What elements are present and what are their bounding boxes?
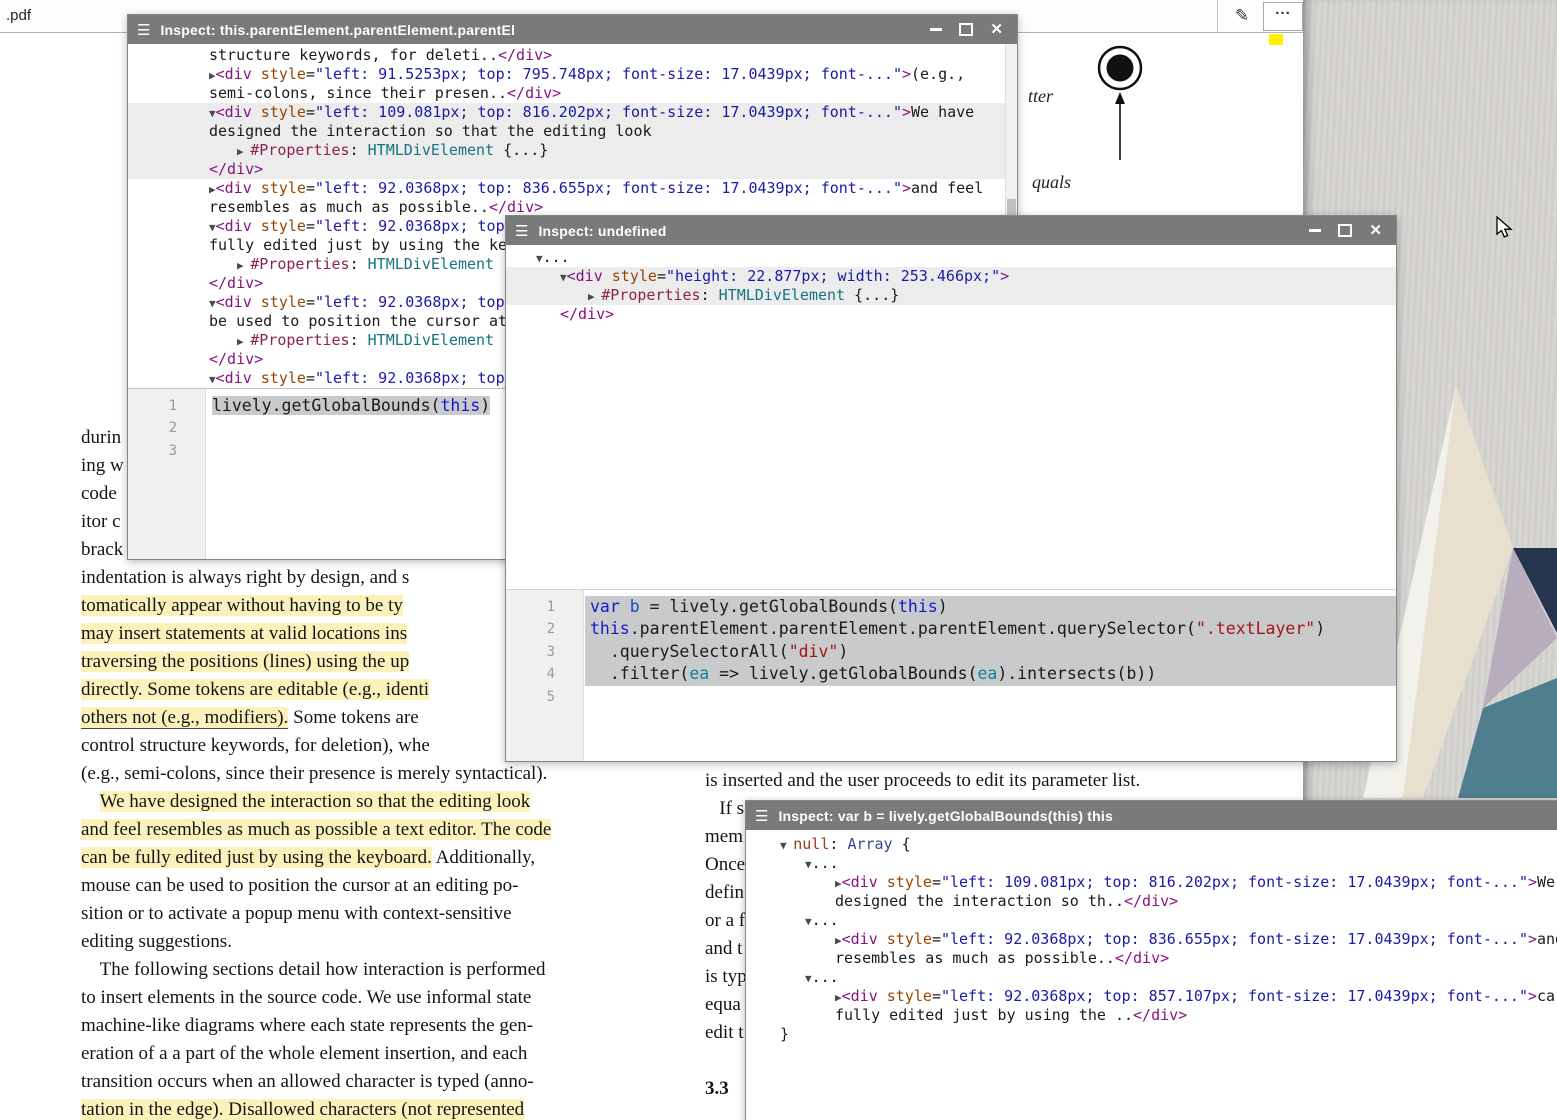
window-controls: ✕ [1309, 223, 1396, 238]
window-controls: ✕ [930, 22, 1017, 37]
more-button[interactable]: ... [1263, 2, 1303, 31]
pdf-text-line: machine-like diagrams where each state r… [81, 1012, 671, 1040]
window-title: Inspect: var b = lively.getGlobalBounds(… [778, 808, 1113, 824]
line-number: 1 [506, 596, 583, 618]
pdf-text-line: (e.g., semi-colons, since their presence… [81, 760, 671, 788]
object-tree-row[interactable]: ▶<div style="left: 109.081px; top: 816.2… [746, 873, 1557, 892]
ellipsis-icon: ... [1275, 3, 1291, 17]
dom-tree-row[interactable]: ▼<div style="height: 22.877px; width: 25… [506, 267, 1396, 286]
pdf-text-line: We have designed the interaction so that… [81, 788, 671, 816]
line-number: 3 [128, 440, 205, 462]
object-tree-row[interactable]: } [746, 1025, 1557, 1044]
object-tree-row[interactable]: designed the interaction so th..</div> [746, 892, 1557, 911]
screen: .pdf ✎ ... tter quals durining wcodeitor… [0, 0, 1557, 1120]
maximize-icon[interactable] [959, 23, 973, 36]
pdf-diagram: tter quals [1010, 36, 1300, 216]
dom-tree-row[interactable]: </div> [506, 305, 1396, 324]
inspector-window-2: ☰ Inspect: undefined ✕ ▼...▼<div style="… [505, 215, 1397, 762]
window-title: Inspect: this.parentElement.parentElemen… [160, 22, 515, 38]
dom-tree-row[interactable]: semi-colons, since their presen..</div> [128, 84, 1017, 103]
mouse-cursor [1496, 216, 1516, 245]
code-line[interactable]: .filter(ea => lively.getGlobalBounds(ea)… [585, 663, 1396, 685]
object-tree-row[interactable]: fully edited just by using the ..</div> [746, 1006, 1557, 1025]
diagram-arrowhead [1115, 92, 1125, 104]
dom-tree-row[interactable]: designed the interaction so that the edi… [128, 122, 1017, 141]
line-number: 3 [506, 641, 583, 663]
window-titlebar[interactable]: ☰ Inspect: undefined ✕ [506, 216, 1396, 245]
line-number: 5 [506, 686, 583, 708]
line-number: 2 [128, 417, 205, 439]
pdf-text-line: mouse can be used to position the cursor… [81, 872, 671, 900]
object-tree-row[interactable]: ▼... [746, 911, 1557, 930]
code-area[interactable]: var b = lively.getGlobalBounds(this)this… [585, 590, 1396, 761]
yellow-highlight-marker [1269, 34, 1283, 45]
event-circle-inner [1107, 55, 1134, 82]
line-number: 1 [128, 395, 205, 417]
minimize-icon[interactable] [930, 28, 942, 31]
file-name-label: .pdf [6, 7, 31, 24]
cursor-arrow-icon [1496, 216, 1516, 240]
line-number: 4 [506, 663, 583, 685]
pdf-text-line: eration of a a part of the whole element… [81, 1040, 671, 1068]
line-number-gutter: 12345 [506, 590, 584, 761]
dom-tree-row[interactable]: </div> [128, 160, 1017, 179]
dom-tree-row[interactable]: ▶<div style="left: 91.5253px; top: 795.7… [128, 65, 1017, 84]
window-titlebar[interactable]: ☰ Inspect: this.parentElement.parentElem… [128, 15, 1017, 44]
pdf-text-line: transition occurs when an allowed charac… [81, 1068, 671, 1096]
close-icon[interactable]: ✕ [1369, 223, 1382, 238]
pdf-text-line: is inserted and the user proceeds to edi… [705, 767, 1295, 795]
diagram-label-bottom: quals [1032, 172, 1071, 193]
dom-tree-row[interactable]: ▼... [506, 248, 1396, 267]
pdf-text-line: tation in the edge). Disallowed characte… [81, 1096, 671, 1120]
menu-icon[interactable]: ☰ [515, 222, 528, 240]
menu-icon[interactable]: ☰ [755, 807, 768, 825]
pdf-text-line: sition or to activate a popup menu with … [81, 900, 671, 928]
code-line[interactable]: var b = lively.getGlobalBounds(this) [585, 596, 1396, 618]
object-tree[interactable]: ▼ null: Array {▼...▶<div style="left: 10… [746, 831, 1557, 1120]
line-number: 2 [506, 618, 583, 640]
object-tree-row[interactable]: ▶<div style="left: 92.0368px; top: 836.6… [746, 930, 1557, 949]
inspector-window-3: ☰ Inspect: var b = lively.getGlobalBound… [745, 800, 1557, 1120]
object-tree-row[interactable]: ▼... [746, 968, 1557, 987]
dom-tree-row[interactable]: ▶ #Properties: HTMLDivElement {...} [128, 141, 1017, 160]
pdf-text-line: and feel resembles as much as possible a… [81, 816, 671, 844]
code-line[interactable]: .querySelectorAll("div") [585, 641, 1396, 663]
dom-tree[interactable]: ▼...▼<div style="height: 22.877px; width… [506, 245, 1396, 592]
pdf-text-line: to insert elements in the source code. W… [81, 984, 671, 1012]
object-tree-row[interactable]: ▼... [746, 854, 1557, 873]
window-titlebar[interactable]: ☰ Inspect: var b = lively.getGlobalBound… [746, 801, 1557, 830]
object-tree-row[interactable]: resembles as much as possible..</div> [746, 949, 1557, 968]
code-editor[interactable]: 12345 var b = lively.getGlobalBounds(thi… [506, 589, 1396, 761]
object-tree-row[interactable]: ▼ null: Array { [746, 835, 1557, 854]
minimize-icon[interactable] [1309, 229, 1321, 232]
code-line[interactable] [585, 686, 1396, 708]
pdf-text-line: The following sections detail how intera… [81, 956, 671, 984]
dom-tree-row[interactable]: ▼<div style="left: 109.081px; top: 816.2… [128, 103, 1017, 122]
object-tree-row[interactable]: ▶<div style="left: 92.0368px; top: 857.1… [746, 987, 1557, 1006]
toolbar-divider [1217, 0, 1218, 32]
close-icon[interactable]: ✕ [990, 22, 1003, 37]
cover-art-shape [1458, 678, 1557, 798]
maximize-icon[interactable] [1338, 224, 1352, 237]
dom-tree-row[interactable]: structure keywords, for deleti..</div> [128, 46, 1017, 65]
edit-button[interactable]: ✎ [1224, 2, 1260, 29]
dom-tree-row[interactable]: ▶ #Properties: HTMLDivElement {...} [506, 286, 1396, 305]
pencil-icon: ✎ [1235, 6, 1249, 26]
diagram-label-top: tter [1028, 86, 1053, 107]
line-number-gutter: 123 [128, 389, 206, 559]
menu-icon[interactable]: ☰ [137, 21, 150, 39]
pdf-text-line: editing suggestions. [81, 928, 671, 956]
pdf-text-line: can be fully edited just by using the ke… [81, 844, 671, 872]
window-title: Inspect: undefined [538, 223, 666, 239]
dom-tree-row[interactable]: ▶<div style="left: 92.0368px; top: 836.6… [128, 179, 1017, 198]
code-line[interactable]: this.parentElement.parentElement.parentE… [585, 618, 1396, 640]
